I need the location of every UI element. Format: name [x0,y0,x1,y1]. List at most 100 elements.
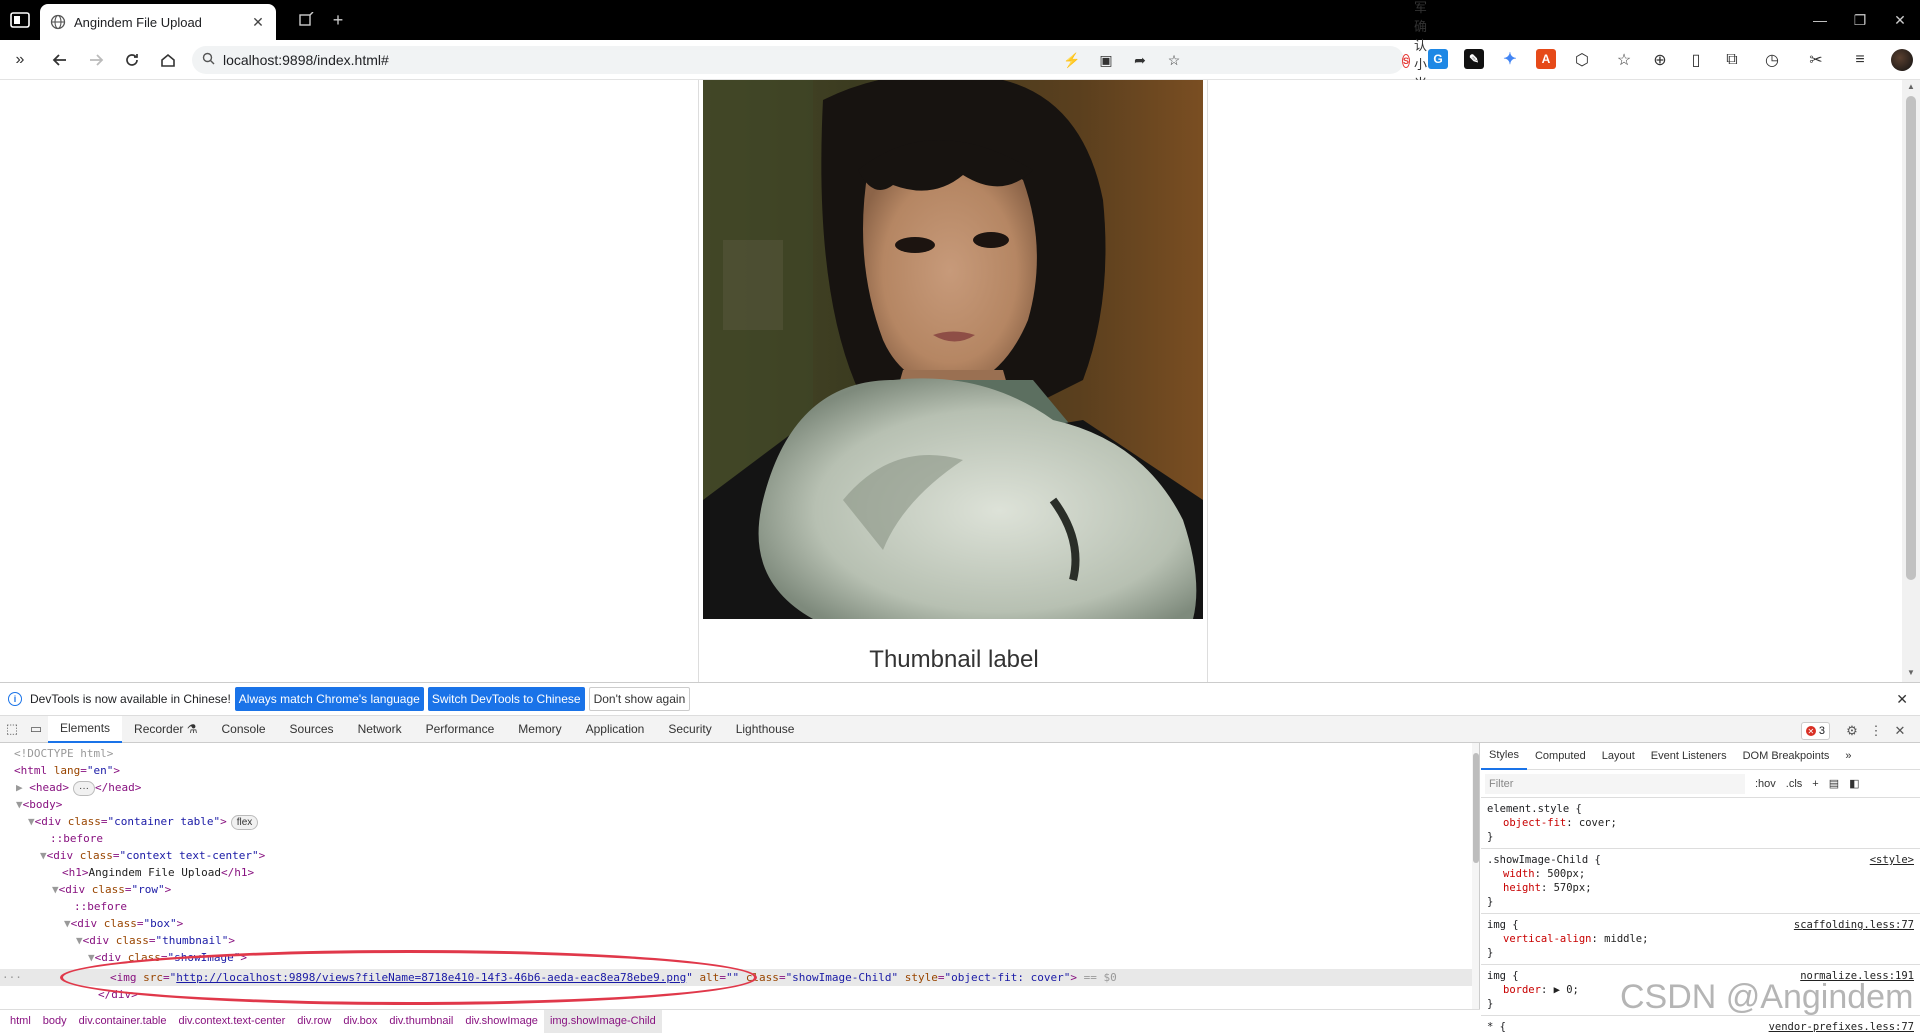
minimize-button[interactable]: — [1808,8,1832,32]
vendor-prefixes-source-link[interactable]: vendor-prefixes.less:77 [1769,1020,1914,1032]
dom-body[interactable]: ▼<body> [16,796,62,813]
lightning-icon[interactable]: ⚡ [1062,50,1082,70]
dont-show-button[interactable]: Don't show again [588,687,691,711]
menu-icon[interactable]: ≡ [1848,48,1872,72]
screenshot-icon[interactable]: ▣ [1096,50,1116,70]
match-language-button[interactable]: Always match Chrome's language [234,687,424,711]
tab-memory[interactable]: Memory [506,716,573,743]
cls-toggle[interactable]: .cls [1786,778,1803,790]
infobar-close-icon[interactable]: ✕ [1896,691,1908,708]
rule-showimage-child[interactable]: .showImage-Child { <style> width: 500px;… [1481,849,1920,914]
inspect-icon[interactable]: ⬚ [0,717,24,741]
crumb-row[interactable]: div.row [291,1015,337,1027]
hov-toggle[interactable]: :hov [1755,778,1776,790]
crumb-showimage[interactable]: div.showImage [459,1015,544,1027]
home-icon[interactable] [156,48,180,72]
collections-icon[interactable]: ⧉ [1720,48,1744,72]
back-icon[interactable] [48,48,72,72]
sidebar-toggle-icon[interactable]: ◧ [1849,777,1859,790]
rule-universal[interactable]: * { vendor-prefixes.less:77 [1481,1016,1920,1032]
history-icon[interactable]: ◷ [1760,48,1784,72]
extensions-puzzle-icon[interactable]: ⬡ [1570,48,1594,72]
row-ellipsis[interactable]: ··· [2,969,22,986]
profile-avatar[interactable] [1891,49,1913,71]
rule-img-scaffolding[interactable]: img { scaffolding.less:77 vertical-align… [1481,914,1920,965]
tab-search-icon[interactable] [294,8,318,32]
crumb-body[interactable]: body [37,1015,73,1027]
elements-scrollbar[interactable] [1472,743,1479,1009]
paint-icon[interactable]: ▤ [1829,777,1839,790]
new-tab-button[interactable]: + [326,8,350,32]
share-icon[interactable]: ➦ [1130,50,1150,70]
crumb-box[interactable]: div.box [337,1015,383,1027]
tab-layout[interactable]: Layout [1594,743,1643,770]
address-bar[interactable]: localhost:9898/index.html# ⚡ ▣ ➦ ☆ S 雷军确… [192,0,1428,144]
style-source-link[interactable]: <style> [1870,853,1914,867]
tab-elements[interactable]: Elements [48,715,123,743]
scrollbar-thumb[interactable] [1906,96,1916,580]
dom-h1[interactable]: <h1>Angindem File Upload</h1> [62,864,254,881]
ai-extension-icon[interactable]: ✦ [1500,49,1520,69]
dom-html[interactable]: <html lang="en"> [14,762,120,779]
translate-extension-icon[interactable]: G [1428,49,1448,69]
add-rule-icon[interactable]: + [1812,778,1818,790]
elements-tree[interactable]: <!DOCTYPE html> <html lang="en"> ▶ <head… [0,743,1480,1009]
forward-icon[interactable] [84,48,108,72]
tab-recorder[interactable]: Recorder ⚗ [122,716,209,743]
tab-sources[interactable]: Sources [278,716,346,743]
tab-lighthouse[interactable]: Lighthouse [724,716,807,743]
window-close-button[interactable]: ✕ [1888,8,1912,32]
dom-div-box[interactable]: ▼<div class="box"> [64,915,183,932]
phone-icon[interactable]: ▯ [1684,48,1708,72]
tab-event-listeners[interactable]: Event Listeners [1643,743,1735,770]
dom-div-container[interactable]: ▼<div class="container table"> flex [28,813,259,830]
pdf-extension-icon[interactable]: A [1536,49,1556,69]
dom-div-thumbnail[interactable]: ▼<div class="thumbnail"> [76,932,235,949]
cut-icon[interactable]: ✂ [1804,48,1828,72]
tab-active[interactable]: Angindem File Upload ✕ [40,4,276,40]
more-tabs-icon[interactable]: » [1837,743,1859,770]
tab-close-icon[interactable]: ✕ [250,14,266,30]
tab-dom-breakpoints[interactable]: DOM Breakpoints [1735,743,1838,770]
favorites-icon[interactable]: ☆ [1612,48,1636,72]
more-options-icon[interactable]: ⋮ [1864,719,1888,743]
tab-performance[interactable]: Performance [414,716,507,743]
elements-scroll-thumb[interactable] [1473,753,1479,863]
scroll-down-icon[interactable]: ▼ [1906,668,1916,678]
dom-div-context[interactable]: ▼<div class="context text-center"> [40,847,265,864]
tab-application[interactable]: Application [574,716,657,743]
ellipsis-badge[interactable]: ··· [73,781,95,796]
reload-icon[interactable] [120,48,144,72]
page-scrollbar[interactable]: ▲ ▼ [1902,80,1920,682]
styles-filter-input[interactable]: Filter [1485,773,1745,794]
dom-before-2[interactable]: ::before [74,898,127,915]
crumb-container[interactable]: div.container.table [73,1015,173,1027]
scaffolding-source-link[interactable]: scaffolding.less:77 [1794,918,1914,932]
switch-chinese-button[interactable]: Switch DevTools to Chinese [427,687,585,711]
bookmark-star-icon[interactable]: ☆ [1164,50,1184,70]
device-toggle-icon[interactable]: ▭ [24,717,48,741]
tab-network[interactable]: Network [346,716,414,743]
dom-before-1[interactable]: ::before [50,830,103,847]
pen-extension-icon[interactable]: ✎ [1464,49,1484,69]
sidebar-toggle-icon[interactable]: » [8,48,32,72]
crumb-thumbnail[interactable]: div.thumbnail [383,1015,459,1027]
crumb-html[interactable]: html [4,1015,37,1027]
devtools-close-icon[interactable]: ✕ [1888,719,1912,743]
settings-gear-icon[interactable]: ⚙ [1840,719,1864,743]
dom-doctype[interactable]: <!DOCTYPE html> [14,745,113,762]
rule-element-style[interactable]: element.style { object-fit: cover; } [1481,798,1920,849]
dom-div-row[interactable]: ▼<div class="row"> [52,881,171,898]
crumb-img[interactable]: img.showImage-Child [543,1009,662,1033]
download-icon[interactable]: ⊕ [1648,48,1672,72]
crumb-context[interactable]: div.context.text-center [173,1015,292,1027]
error-badge[interactable]: ✕ 3 [1800,722,1830,740]
dom-head[interactable]: ▶ <head> ··· </head> [16,779,141,796]
flex-badge[interactable]: flex [230,815,259,830]
tab-console[interactable]: Console [210,716,278,743]
tab-styles[interactable]: Styles [1481,743,1527,770]
tab-security[interactable]: Security [656,716,723,743]
tab-actions-icon[interactable] [8,10,32,30]
tab-computed[interactable]: Computed [1527,743,1594,770]
scroll-up-icon[interactable]: ▲ [1906,82,1916,92]
